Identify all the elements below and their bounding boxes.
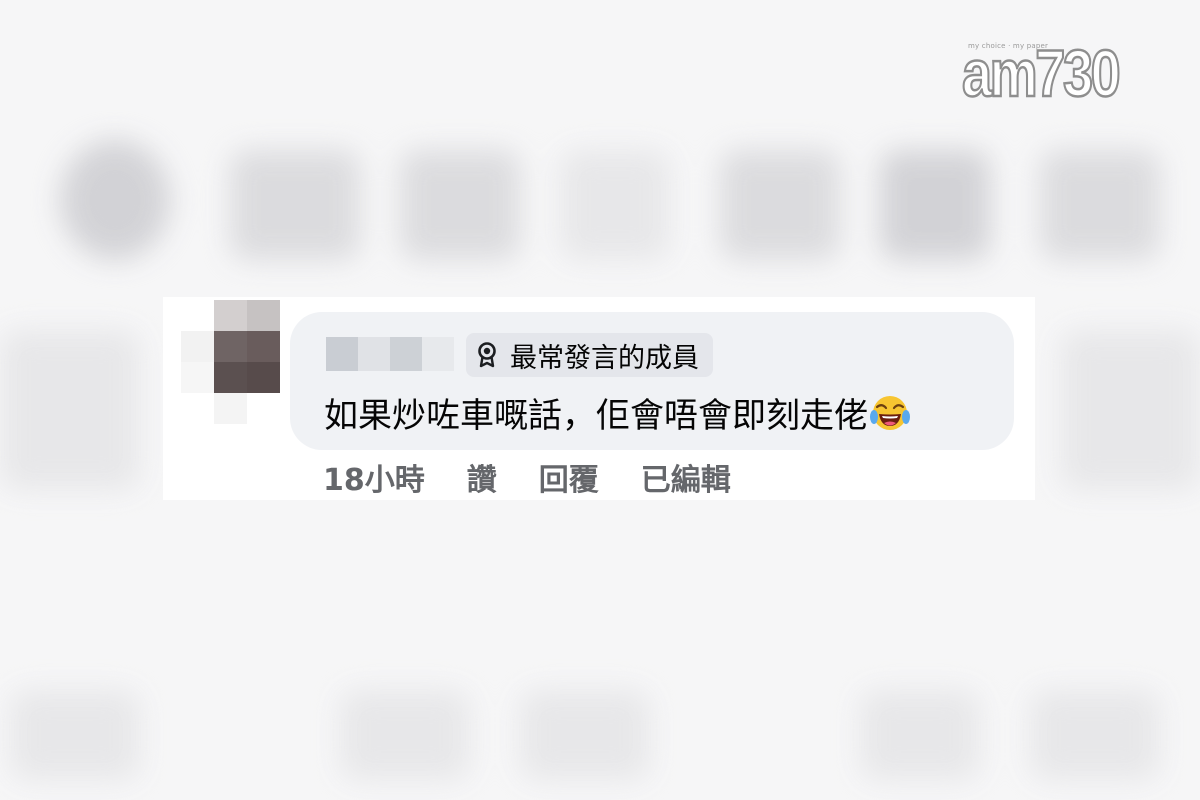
- badge-label: 最常發言的成員: [510, 342, 699, 374]
- reply-button[interactable]: 回覆: [539, 455, 599, 499]
- comment-timestamp[interactable]: 18小時: [323, 455, 425, 499]
- face-with-tears-of-joy-emoji: [870, 395, 910, 430]
- like-button[interactable]: 讚: [467, 455, 497, 499]
- comment-bubble: 最常發言的成員 如果炒咗車嘅話，佢會唔會即刻走佬: [290, 312, 1014, 450]
- comment-body: 如果炒咗車嘅話，佢會唔會即刻走佬: [324, 396, 868, 436]
- comment-actions: 18小時 讚 回覆 已編輯: [323, 455, 731, 499]
- comment-text: 如果炒咗車嘅話，佢會唔會即刻走佬: [324, 388, 910, 437]
- am730-logo: am730 my choice · my paper: [961, 36, 1148, 112]
- edited-indicator[interactable]: 已編輯: [641, 455, 731, 499]
- top-contributor-badge[interactable]: 最常發言的成員: [466, 333, 713, 377]
- comment: 最常發言的成員 如果炒咗車嘅話，佢會唔會即刻走佬 18小時 讚 回覆 已編輯: [163, 297, 1035, 500]
- screenshot-stage: am730 my choice · my paper 最常發言的成員 如果炒咗車…: [0, 0, 1200, 800]
- author-name-pixelated[interactable]: [326, 337, 454, 371]
- avatar[interactable]: [181, 300, 281, 426]
- logo-tagline: my choice · my paper: [968, 42, 1049, 50]
- award-ribbon-icon: [478, 342, 496, 368]
